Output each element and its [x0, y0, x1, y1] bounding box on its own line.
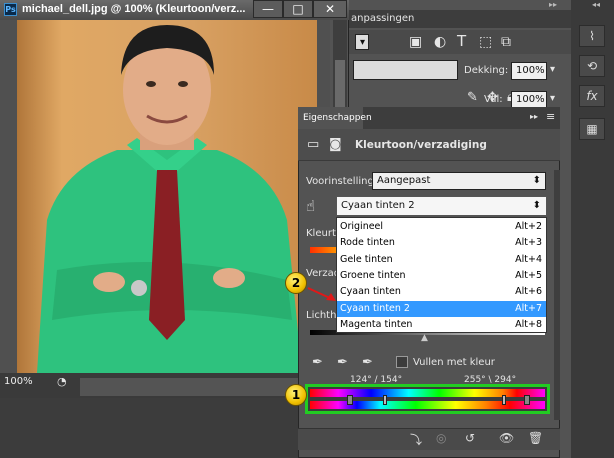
annotation-badge-2: 2 — [285, 272, 307, 294]
status-menu-icon[interactable]: ◔ — [57, 375, 67, 388]
opacity-dropdown-icon[interactable]: ▾ — [550, 64, 555, 75]
layer-filter-dropdown[interactable]: ▾ — [355, 34, 369, 50]
tab-properties[interactable]: Eigenschappen — [298, 107, 372, 129]
hue-slider-track[interactable] — [310, 247, 336, 253]
panel-menu-icon[interactable]: ≡ — [546, 110, 555, 123]
adjustment-layer-icon[interactable]: ▭ — [307, 137, 319, 152]
photo-canvas[interactable] — [17, 20, 317, 373]
panel-collapse-icon[interactable]: ▸▸ — [530, 112, 538, 121]
opacity-field[interactable]: 100% — [511, 62, 547, 80]
lock-pixels-icon[interactable]: ✎ — [467, 90, 478, 105]
menu-item-shortcut: Alt+4 — [515, 253, 542, 265]
menu-item[interactable]: Gele tinten Alt+4 — [337, 252, 546, 268]
reset-icon[interactable]: ↺ — [465, 431, 475, 445]
eyedropper-minus-icon[interactable]: ✒ — [362, 355, 373, 370]
maximize-button[interactable]: □ — [283, 0, 313, 18]
preset-arrow-icon: ⬍ — [532, 175, 541, 186]
menu-item-label: Magenta tinten — [340, 318, 413, 330]
eyedropper-icon[interactable]: ✒ — [312, 355, 323, 370]
menu-item-label: Rode tinten — [340, 237, 395, 249]
preset-select[interactable]: Aangepast ⬍ — [372, 172, 546, 190]
menu-item-shortcut: Alt+7 — [515, 302, 542, 314]
menu-item[interactable]: Groene tinten Alt+5 — [337, 268, 546, 284]
delete-icon[interactable]: 🗑︎ — [528, 431, 543, 445]
properties-bottom-bar — [298, 428, 560, 450]
visibility-icon[interactable]: 👁︎ — [499, 431, 514, 445]
preset-label: Voorinstelling: — [306, 176, 378, 187]
layer-mask-icon[interactable]: ◙ — [329, 137, 342, 152]
dock-collapse-icon[interactable]: ◂◂ — [573, 0, 614, 10]
photoshop-logo-icon: Ps — [4, 3, 17, 16]
image-filter-icon[interactable]: ▣ — [409, 34, 422, 50]
output-spectrum-bar — [310, 401, 545, 409]
history-icon[interactable]: ⟲ — [579, 55, 605, 77]
properties-heading: Kleurtoon/verzadiging — [355, 139, 487, 151]
channel-value: Cyaan tinten 2 — [341, 200, 415, 211]
range-slider-left-outer[interactable] — [347, 395, 353, 405]
channel-arrow-icon: ⬍ — [532, 200, 541, 211]
view-previous-icon[interactable]: ◎ — [436, 431, 446, 445]
menu-item-shortcut: Alt+2 — [515, 221, 542, 232]
colorize-label: Vullen met kleur — [413, 357, 495, 368]
menu-item-label: Origineel — [340, 221, 384, 232]
menu-item[interactable]: Cyaan tinten Alt+6 — [337, 284, 546, 300]
type-filter-icon[interactable]: T — [457, 32, 466, 50]
blend-mode-select[interactable] — [353, 60, 458, 80]
zoom-level[interactable]: 100% — [4, 376, 33, 387]
menu-item-label: Gele tinten — [340, 253, 393, 265]
menu-item-label: Cyaan tinten 2 — [340, 302, 410, 314]
properties-scrollbar[interactable] — [554, 170, 560, 420]
annotation-badge-1: 1 — [285, 384, 307, 406]
paths-icon[interactable]: ⌇ — [579, 25, 605, 47]
menu-item[interactable]: Rode tinten Alt+3 — [337, 235, 546, 251]
properties-dock-icon[interactable]: ▦ — [579, 118, 605, 140]
menu-item[interactable]: Magenta tinten Alt+8 — [337, 317, 546, 333]
shape-filter-icon[interactable]: ⬚ — [479, 34, 492, 50]
lightness-slider-thumb[interactable]: ▲ — [421, 333, 428, 343]
channel-select[interactable]: Cyaan tinten 2 ⬍ — [336, 196, 547, 216]
minimize-button[interactable]: — — [253, 0, 283, 18]
input-spectrum-bar — [310, 389, 545, 397]
range-slider-right-inner[interactable] — [502, 395, 506, 405]
clip-to-layer-icon[interactable]: ⤵ — [410, 431, 422, 448]
collapse-arrows-icon[interactable]: ▸▸ — [549, 0, 569, 10]
right-dock: ◂◂ ⌇ ⟲ fx ▦ — [571, 0, 614, 458]
menu-item[interactable]: Cyaan tinten 2 Alt+7 — [337, 300, 546, 317]
opacity-label: Dekking: — [464, 65, 509, 76]
adjustment-filter-icon[interactable]: ◐ — [434, 34, 446, 50]
fill-dropdown-icon[interactable]: ▾ — [550, 93, 555, 104]
document-title: michael_dell.jpg @ 100% (Kleurtoon/verz.… — [22, 3, 246, 15]
colorize-checkbox[interactable] — [396, 356, 408, 368]
range-slider-right-outer[interactable] — [524, 395, 530, 405]
fx-styles-icon[interactable]: fx — [579, 85, 605, 107]
menu-item-label: Cyaan tinten — [340, 286, 401, 298]
channel-dropdown-menu: Origineel Alt+2 Rode tinten Alt+3 Gele tinte… — [336, 217, 547, 333]
menu-item-shortcut: Alt+3 — [515, 237, 542, 249]
range-slider-left-inner[interactable] — [383, 395, 387, 405]
preset-value: Aangepast — [377, 175, 431, 186]
on-image-adjust-icon[interactable]: ☝ — [306, 197, 315, 215]
menu-item-shortcut: Alt+6 — [515, 286, 542, 298]
eyedropper-plus-icon[interactable]: ✒ — [337, 355, 348, 370]
menu-item-shortcut: Alt+8 — [515, 318, 542, 330]
adjustments-tab[interactable]: anpassingen — [351, 13, 414, 24]
fill-label: Vul: — [484, 94, 503, 105]
annotation-arrow — [307, 287, 336, 301]
menu-item-label: Groene tinten — [340, 269, 406, 281]
menu-item-shortcut: Alt+5 — [515, 269, 542, 281]
close-button[interactable]: ✕ — [313, 0, 347, 18]
smart-object-filter-icon[interactable]: ⧉ — [501, 34, 511, 50]
menu-item[interactable]: Origineel Alt+2 — [337, 219, 546, 235]
